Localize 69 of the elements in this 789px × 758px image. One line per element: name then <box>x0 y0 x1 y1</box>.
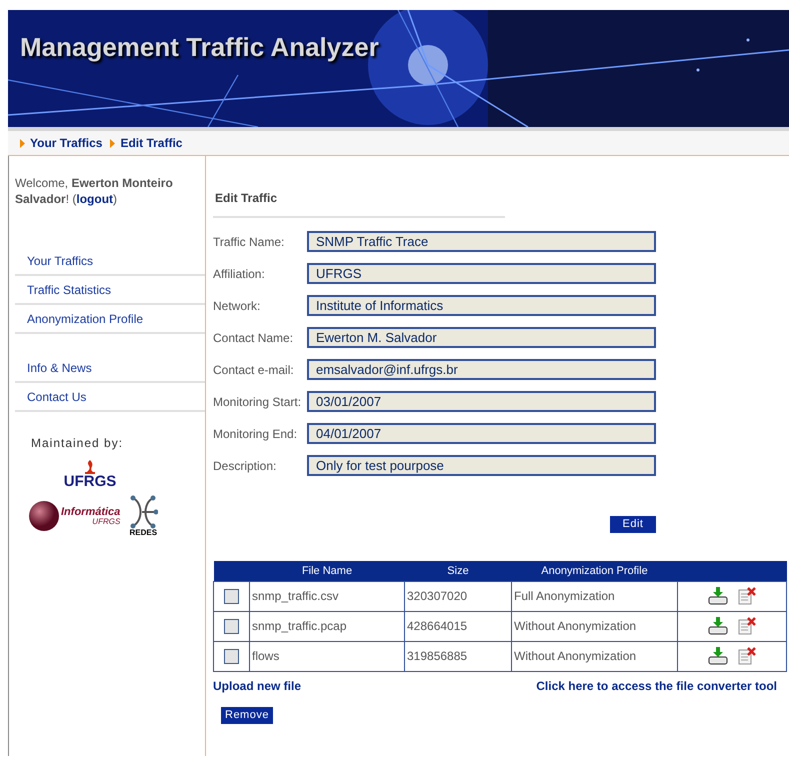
checkbox[interactable] <box>224 619 239 634</box>
table-cell: Without Anonymization <box>512 611 678 641</box>
delete-icon <box>738 617 756 635</box>
field-label: Contact e-mail: <box>213 362 295 378</box>
input-field[interactable]: Institute of Informatics <box>307 295 656 316</box>
delete-icon <box>738 587 756 605</box>
table-cell: snmp_traffic.pcap <box>250 611 404 641</box>
flame-icon <box>82 460 98 474</box>
input-field[interactable]: 04/01/2007 <box>307 423 656 444</box>
remove-button[interactable]: Remove <box>221 706 273 724</box>
input-field[interactable]: 03/01/2007 <box>307 391 656 412</box>
informatica-subtitle: UFRGS <box>92 518 120 526</box>
input-field[interactable]: Only for test pourpose <box>307 455 656 476</box>
breadcrumb-link[interactable]: Your Traffics <box>30 134 102 152</box>
upload-link[interactable]: Upload new file <box>213 676 302 694</box>
redes-logo: REDES <box>130 529 158 537</box>
informatica-logo: Informática <box>61 506 120 518</box>
header-cell <box>214 561 250 581</box>
field-label: Description: <box>213 458 278 474</box>
download-icon <box>708 586 728 606</box>
delete-icon <box>738 647 756 665</box>
arrow-icon <box>110 138 116 148</box>
field-label: Monitoring End: <box>213 426 298 442</box>
sidebar-link[interactable]: Info & News <box>27 358 92 376</box>
input-field[interactable]: UFRGS <box>307 263 656 284</box>
download-button[interactable] <box>708 586 728 606</box>
field-label: Traffic Name: <box>213 234 286 250</box>
table-cell: Without Anonymization <box>512 641 678 671</box>
table-cell: 320307020 <box>404 581 512 611</box>
delete-button[interactable] <box>738 617 756 635</box>
maintained-by-label: Maintained by: <box>30 435 124 452</box>
table-cell: 319856885 <box>404 641 512 671</box>
column-header: Size <box>404 561 512 581</box>
field-label: Affiliation: <box>213 266 266 282</box>
delete-button[interactable] <box>738 587 756 605</box>
logout-link[interactable]: logout <box>76 192 114 206</box>
delete-button[interactable] <box>738 647 756 665</box>
ufrgs-logo: UFRGS <box>64 474 116 489</box>
edit-button[interactable]: Edit <box>610 516 656 533</box>
checkbox[interactable] <box>224 589 239 604</box>
sidebar-link[interactable]: Contact Us <box>27 388 86 406</box>
field-label: Network: <box>213 298 262 314</box>
table-cell: flows <box>250 641 404 671</box>
table-cell: 428664015 <box>404 611 512 641</box>
field-label: Contact Name: <box>213 330 294 346</box>
table-cell: Full Anonymization <box>512 581 678 611</box>
section-title: Edit Traffic <box>215 191 278 205</box>
input-field[interactable]: SNMP Traffic Trace <box>307 231 656 252</box>
breadcrumb-link[interactable]: Edit Traffic <box>120 134 182 152</box>
column-header: Anonymization Profile <box>512 561 678 581</box>
field-label: Monitoring Start: <box>213 394 302 410</box>
sphere-icon <box>29 501 59 531</box>
sidebar-link[interactable]: Anonymization Profile <box>27 310 144 328</box>
welcome-text: Welcome, Ewerton Monteiro Salvador! (logout) <box>15 175 174 207</box>
download-button[interactable] <box>708 616 728 636</box>
download-icon <box>708 616 728 636</box>
sidebar-link[interactable]: Traffic Statistics <box>27 280 112 298</box>
banner-title: Management Traffic Analyzer <box>20 32 379 62</box>
converter-link[interactable]: Click here to access the file converter tool <box>536 676 777 694</box>
input-field[interactable]: emsalvador@inf.ufrgs.br <box>307 359 656 380</box>
download-icon <box>708 646 728 666</box>
arrow-icon <box>20 138 25 148</box>
column-header: File Name <box>250 561 404 581</box>
checkbox[interactable] <box>224 649 239 664</box>
network-icon <box>128 495 158 529</box>
sidebar-link[interactable]: Your Traffics <box>27 252 94 270</box>
input-field[interactable]: Ewerton M. Salvador <box>307 327 656 348</box>
table-cell: snmp_traffic.csv <box>250 581 404 611</box>
download-button[interactable] <box>708 646 728 666</box>
